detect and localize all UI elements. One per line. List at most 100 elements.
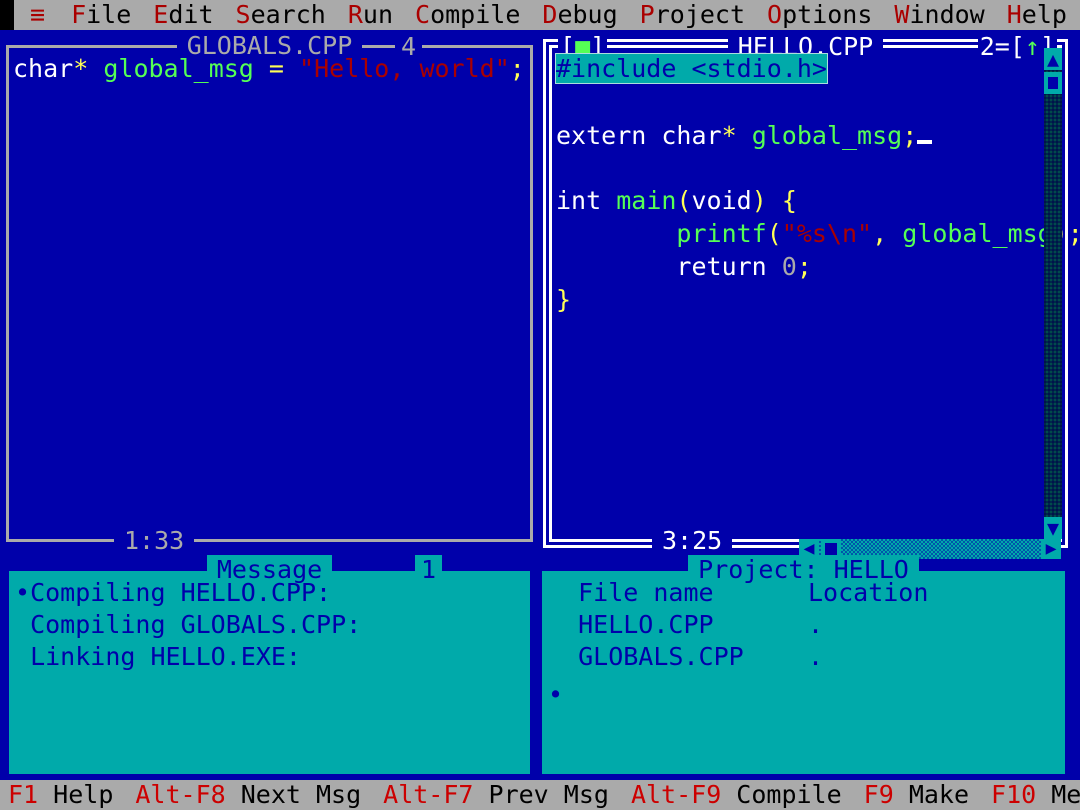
menu-item-options[interactable]: Options bbox=[767, 0, 872, 30]
editor-window-hello[interactable]: HELLO.CPP [■] 2=[↑] #include <stdio.h> e… bbox=[543, 32, 1080, 559]
code-line[interactable]: char* global_msg = "Hello, world"; bbox=[13, 52, 525, 85]
menu-label-help: elp bbox=[1021, 0, 1067, 29]
menu-hotkey-file: F bbox=[71, 0, 87, 29]
code-line[interactable]: int main(void) { bbox=[556, 184, 1080, 217]
code-line[interactable]: } bbox=[556, 283, 1080, 316]
menu-item-edit[interactable]: Edit bbox=[153, 0, 213, 30]
status-label-make: Make bbox=[893, 780, 970, 809]
status-item-menu[interactable]: F10 Menu bbox=[991, 780, 1080, 810]
code-line[interactable]: extern char* global_msg; bbox=[556, 118, 1080, 151]
hello-vertical-scrollbar[interactable]: ▲ ▼ bbox=[1044, 48, 1062, 539]
vertical-scroll-thumb[interactable] bbox=[1044, 72, 1062, 94]
status-label-compile: Compile bbox=[721, 780, 842, 809]
status-key-alt-f9: Alt-F9 bbox=[630, 780, 722, 809]
code-token: global_msg bbox=[751, 121, 903, 150]
status-label-menu: Menu bbox=[1051, 780, 1080, 809]
status-key-alt-f7: Alt-F7 bbox=[383, 780, 474, 809]
menu-hotkey-help: H bbox=[1006, 0, 1022, 29]
status-label-help: Help bbox=[38, 780, 114, 809]
menu-hotkey-debug: D bbox=[542, 0, 558, 29]
code-token: ( bbox=[676, 186, 692, 215]
selected-text[interactable]: #include <stdio.h> bbox=[556, 54, 827, 83]
status-key-f1: F1 bbox=[8, 780, 39, 809]
project-list-marker-icon: • bbox=[548, 680, 564, 709]
project-table-header: File name Location bbox=[548, 577, 1059, 609]
status-item-help[interactable]: F1 Help bbox=[8, 780, 113, 810]
code-token: "%s\n" bbox=[781, 219, 873, 248]
menu-item-run[interactable]: Run bbox=[348, 0, 393, 30]
menu-hotkey-project: P bbox=[639, 0, 655, 29]
globals-code-area[interactable]: char* global_msg = "Hello, world"; bbox=[13, 52, 525, 85]
code-line[interactable]: printf("%s\n", global_msg); bbox=[556, 217, 1080, 250]
menu-label-options: ptions bbox=[782, 0, 873, 29]
scroll-left-arrow-icon[interactable]: ◀ bbox=[799, 539, 819, 559]
status-label-next-msg: Next Msg bbox=[225, 780, 362, 809]
project-cell-file-name: HELLO.CPP bbox=[548, 610, 714, 639]
scroll-right-arrow-icon[interactable]: ▶ bbox=[1041, 539, 1061, 559]
text-caret bbox=[917, 118, 933, 144]
menu-item-help[interactable]: Help bbox=[1007, 0, 1067, 30]
project-file-list[interactable]: File name Location HELLO.CPP. GLOBALS.CPP… bbox=[548, 577, 1059, 770]
menu-hotkey-search: S bbox=[235, 0, 251, 29]
project-table-row[interactable]: HELLO.CPP. bbox=[548, 609, 1059, 641]
code-token: { bbox=[781, 186, 797, 215]
scroll-up-arrow-icon[interactable]: ▲ bbox=[1044, 48, 1062, 70]
system-menu-icon[interactable]: ≡ bbox=[30, 0, 45, 30]
scroll-down-arrow-icon[interactable]: ▼ bbox=[1044, 517, 1062, 539]
status-item-next-msg[interactable]: Alt-F8 Next Msg bbox=[135, 780, 361, 810]
menu-hotkey-window: W bbox=[894, 0, 910, 29]
horizontal-scroll-thumb[interactable] bbox=[821, 539, 841, 559]
editor-window-globals[interactable]: GLOBALS.CPP 4 char* global_msg = "Hello,… bbox=[6, 31, 533, 556]
code-line[interactable]: return 0; bbox=[556, 250, 1080, 283]
status-key-alt-f8: Alt-F8 bbox=[135, 780, 226, 809]
code-token: printf bbox=[676, 219, 767, 248]
status-item-make[interactable]: F9 Make bbox=[864, 780, 969, 810]
globals-cursor-position: 1:33 bbox=[114, 526, 195, 556]
code-token: * bbox=[721, 121, 737, 150]
project-cell-location: . bbox=[808, 642, 824, 671]
message-line[interactable]: •Compiling HELLO.CPP: bbox=[15, 577, 524, 609]
project-table-row[interactable]: GLOBALS.CPP. bbox=[548, 641, 1059, 673]
menu-bar: ≡ File Edit Search Run Compile Debug Pro… bbox=[0, 0, 1080, 30]
hello-horizontal-scrollbar[interactable]: ◀ ▶ bbox=[799, 539, 1061, 559]
code-token: ; bbox=[796, 252, 812, 281]
project-cell-file-name: GLOBALS.CPP bbox=[548, 642, 744, 671]
code-token: #include <stdio.h> bbox=[556, 54, 827, 83]
code-token: extern char bbox=[556, 121, 722, 150]
menubar-left-gap bbox=[0, 0, 14, 30]
menu-label-project: roject bbox=[654, 0, 746, 29]
menu-hotkey-edit: E bbox=[153, 0, 169, 29]
menu-item-file[interactable]: File bbox=[71, 0, 131, 30]
menu-item-search[interactable]: Search bbox=[236, 0, 326, 30]
code-token: return bbox=[676, 252, 782, 281]
code-token: ( bbox=[766, 219, 782, 248]
code-token: } bbox=[556, 285, 572, 314]
menu-item-project[interactable]: Project bbox=[640, 0, 745, 30]
code-line[interactable] bbox=[556, 151, 1080, 184]
menu-hotkey-options: O bbox=[767, 0, 783, 29]
message-line[interactable]: Compiling GLOBALS.CPP: bbox=[15, 609, 524, 641]
project-header-file-name: File name bbox=[548, 578, 714, 607]
code-token: ; bbox=[902, 121, 918, 150]
message-line[interactable]: Linking HELLO.EXE: bbox=[15, 641, 524, 673]
status-item-prev-msg[interactable]: Alt-F7 Prev Msg bbox=[383, 780, 609, 810]
borland-ide-screen: ≡ File Edit Search Run Compile Debug Pro… bbox=[0, 0, 1080, 810]
menu-item-compile[interactable]: Compile bbox=[415, 0, 520, 30]
code-line[interactable]: #include <stdio.h> bbox=[556, 52, 1080, 85]
code-line[interactable] bbox=[556, 85, 1080, 118]
message-window[interactable]: Message 1 •Compiling HELLO.CPP: Compilin… bbox=[6, 555, 533, 777]
project-window[interactable]: Project: HELLO File name Location HELLO.C… bbox=[539, 555, 1068, 777]
menu-item-window[interactable]: Window bbox=[894, 0, 984, 30]
menu-label-run: un bbox=[362, 0, 393, 29]
code-token: ; bbox=[509, 54, 525, 83]
status-key-f9: F9 bbox=[863, 780, 894, 809]
message-list[interactable]: •Compiling HELLO.CPP: Compiling GLOBALS.… bbox=[15, 577, 524, 770]
status-item-compile[interactable]: Alt-F9 Compile bbox=[631, 780, 842, 810]
menu-item-debug[interactable]: Debug bbox=[542, 0, 617, 30]
code-token: global_msg bbox=[103, 54, 254, 83]
hello-code-area[interactable]: #include <stdio.h> extern char* global_m… bbox=[556, 52, 1080, 316]
